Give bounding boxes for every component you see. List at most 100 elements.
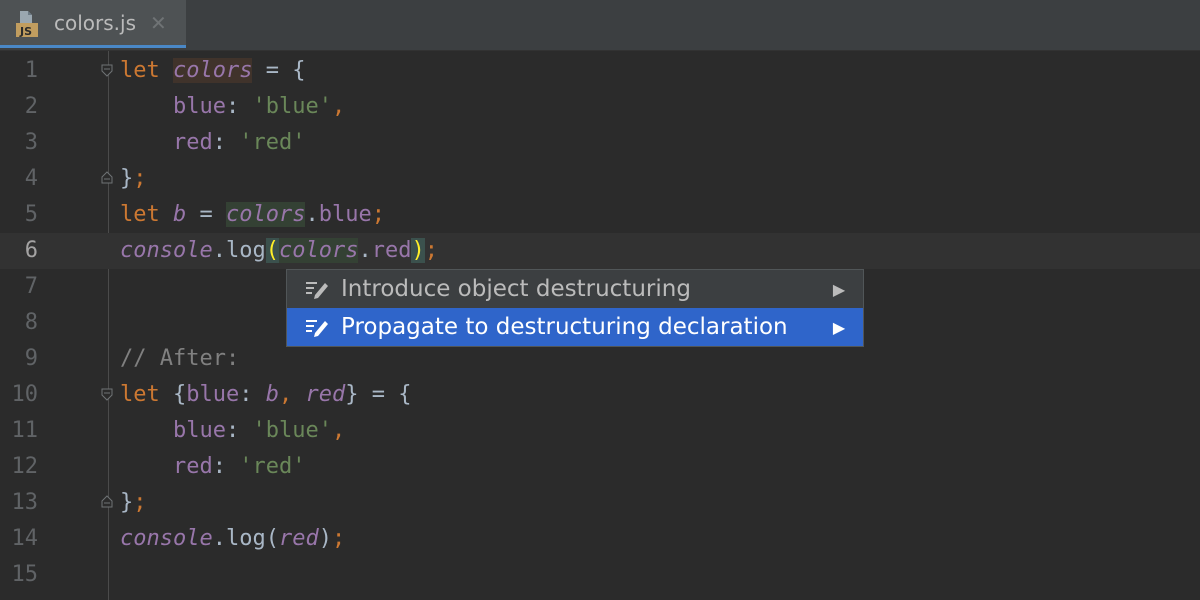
code-token: = [186, 202, 226, 227]
tab-title: colors.js [54, 10, 137, 35]
code-token: ; [331, 526, 346, 551]
line-number: 8 [24, 310, 38, 335]
submenu-arrow-icon: ▶ [832, 279, 846, 299]
code-token: , [331, 94, 346, 119]
line-number: 11 [11, 418, 39, 443]
code-token: red [278, 526, 319, 551]
code-token: log [225, 526, 266, 551]
code-line[interactable]: 1 let colors = { [0, 53, 1200, 89]
code-token: b [172, 202, 187, 227]
fold-open-icon[interactable] [100, 63, 114, 77]
code-token: ( [265, 526, 279, 551]
code-token: ; [424, 238, 438, 263]
line-number: 5 [24, 202, 38, 227]
code-text: }; [120, 485, 147, 521]
line-number: 13 [11, 490, 39, 515]
line-number: 15 [11, 562, 39, 587]
code-token: : [225, 418, 253, 443]
code-line[interactable]: 12 red: 'red' [0, 449, 1200, 485]
code-token: } [120, 490, 134, 515]
code-line[interactable]: 3 red: 'red' [0, 125, 1200, 161]
intention-icon [305, 316, 331, 338]
code-line[interactable]: 10 let {blue: b, red} = { [0, 377, 1200, 413]
code-text: console.log(colors.red); [120, 233, 438, 269]
line-number: 2 [24, 94, 38, 119]
code-token: 'red' [239, 454, 306, 479]
code-token: red [120, 130, 213, 155]
code-token: = { [252, 58, 306, 83]
code-token: : [225, 94, 253, 119]
code-token: } = { [345, 382, 412, 407]
code-text: blue: 'blue', [120, 413, 345, 449]
code-token: blue [120, 418, 226, 443]
code-text: red: 'red' [120, 449, 305, 485]
line-number: 1 [24, 58, 38, 83]
line-number: 10 [11, 382, 39, 407]
line-number: 12 [11, 454, 39, 479]
fold-close-icon[interactable] [100, 495, 114, 509]
line-number: 7 [24, 274, 38, 299]
file-tab[interactable]: JS colors.js ✕ [0, 0, 186, 48]
code-token: , [278, 382, 306, 407]
code-token: b [265, 382, 279, 407]
code-token: colors [278, 238, 359, 263]
code-token: red [120, 454, 213, 479]
menu-item-introduce-destructuring[interactable]: Introduce object destructuring ▶ [287, 270, 863, 308]
code-line[interactable]: 14 console.log(red); [0, 521, 1200, 557]
code-token: ; [371, 202, 385, 227]
code-text: let b = colors.blue; [120, 197, 385, 233]
code-line[interactable]: 2 blue: 'blue', [0, 89, 1200, 125]
code-token: { [172, 382, 187, 407]
code-text: let {blue: b, red} = { [120, 377, 411, 413]
js-file-icon: JS [14, 7, 46, 39]
code-token: 'blue' [252, 94, 332, 119]
code-text: // After: [120, 341, 239, 377]
code-token: blue [186, 382, 240, 407]
code-token: log [225, 238, 266, 263]
line-number: 9 [24, 346, 38, 371]
code-token: . [305, 202, 319, 227]
code-token: console [120, 238, 213, 263]
code-token: 'blue' [252, 418, 332, 443]
code-token: . [358, 238, 372, 263]
code-token: colors [225, 202, 306, 227]
editor-tab-bar: JS colors.js ✕ [0, 0, 1200, 51]
code-token: // After: [120, 346, 240, 371]
fold-close-icon[interactable] [100, 171, 114, 185]
code-line[interactable]: 6 console.log(colors.red); [0, 233, 1200, 269]
code-line[interactable]: 13}; [0, 485, 1200, 521]
submenu-arrow-icon: ▶ [832, 317, 846, 337]
code-token: : [212, 130, 240, 155]
close-icon[interactable]: ✕ [150, 11, 167, 35]
code-line[interactable]: 11 blue: 'blue', [0, 413, 1200, 449]
code-token: ; [133, 166, 147, 191]
code-line[interactable]: 5 let b = colors.blue; [0, 197, 1200, 233]
code-line[interactable]: 15 [0, 557, 1200, 593]
code-token: ) [318, 526, 332, 551]
code-text: blue: 'blue', [120, 89, 345, 125]
line-number: 4 [24, 166, 38, 191]
menu-item-label: Introduce object destructuring [341, 276, 691, 302]
fold-open-icon[interactable] [100, 387, 114, 401]
code-text: red: 'red' [120, 125, 305, 161]
code-token: 'red' [239, 130, 306, 155]
code-token: let [120, 58, 173, 83]
code-token: ( [265, 238, 279, 263]
code-token: colors [172, 58, 253, 83]
menu-item-propagate-destructuring[interactable]: Propagate to destructuring declaration ▶ [287, 308, 863, 346]
code-token: blue [120, 94, 226, 119]
code-token: let [120, 202, 173, 227]
code-token: } [120, 166, 134, 191]
code-text: let colors = { [120, 53, 305, 89]
code-token: console [120, 526, 213, 551]
code-line[interactable]: 4}; [0, 161, 1200, 197]
code-token: : [239, 382, 266, 407]
code-token: blue [318, 202, 372, 227]
code-token: . [212, 238, 226, 263]
line-number: 3 [24, 130, 38, 155]
menu-item-label: Propagate to destructuring declaration [341, 314, 788, 340]
code-token: ) [411, 238, 425, 263]
code-token: ; [133, 490, 147, 515]
code-token: red [371, 238, 412, 263]
code-text: console.log(red); [120, 521, 345, 557]
